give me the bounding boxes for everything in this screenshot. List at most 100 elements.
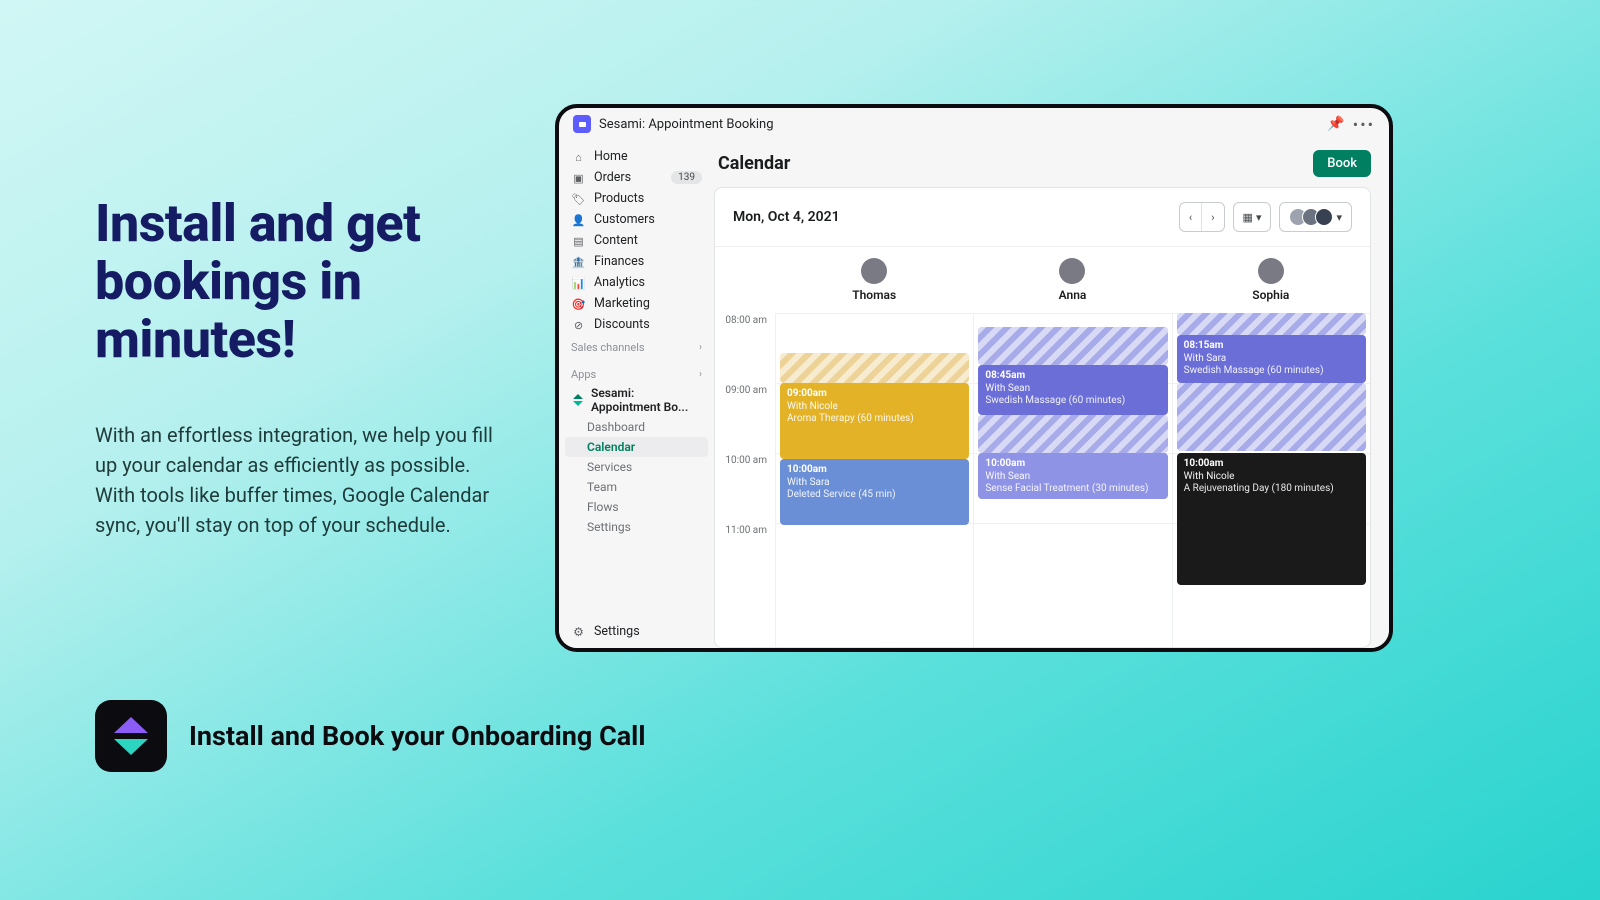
section-sales-channels[interactable]: Sales channels › [565, 335, 708, 356]
analytics-icon: 📊 [571, 276, 586, 290]
calendar-column: 08:15amWith SaraSwedish Massage (60 minu… [1172, 313, 1370, 647]
sidebar-subitem-flows[interactable]: Flows [565, 497, 708, 517]
time-label: 09:00 am [715, 383, 775, 453]
prev-day-button[interactable]: ‹ [1180, 203, 1202, 231]
event-with: With Sean [985, 383, 1160, 396]
home-icon: ⌂ [571, 150, 586, 164]
event-with: With Nicole [1184, 471, 1359, 484]
calendar-event[interactable]: 10:00amWith SaraDeleted Service (45 min) [780, 459, 969, 525]
sidebar-item-home[interactable]: ⌂Home [565, 146, 708, 167]
section-apps[interactable]: Apps › [565, 362, 708, 383]
discounts-icon: ⊘ [571, 318, 586, 332]
hero-title: Install and get bookings in minutes! [95, 195, 505, 370]
event-service: Swedish Massage (60 minutes) [985, 395, 1160, 408]
calendar-event[interactable]: 08:15amWith SaraSwedish Massage (60 minu… [1177, 335, 1366, 383]
gear-icon: ⚙ [571, 625, 586, 639]
event-service: Sense Facial Treatment (30 minutes) [985, 483, 1160, 496]
calendar-column: 08:45amWith SeanSwedish Massage (60 minu… [973, 313, 1171, 647]
page-title: Calendar [718, 153, 790, 174]
event-time: 10:00am [1184, 458, 1359, 471]
sidebar-item-orders[interactable]: ▣Orders139 [565, 167, 708, 188]
marketing-stage: Install and get bookings in minutes! Wit… [0, 0, 1600, 900]
event-service: Aroma Therapy (60 minutes) [787, 413, 962, 426]
chevron-down-icon: ▾ [1336, 211, 1342, 224]
event-with: With Sara [787, 477, 962, 490]
calendar-event[interactable]: 08:45amWith SeanSwedish Massage (60 minu… [978, 365, 1167, 415]
hero-body: With an effortless integration, we help … [95, 420, 515, 540]
calendar-column: 09:00amWith NicoleAroma Therapy (60 minu… [775, 313, 973, 647]
date-nav-group: ‹ › [1179, 202, 1225, 232]
products-icon: 🏷 [571, 192, 586, 206]
sidebar-subitem-calendar[interactable]: Calendar [565, 437, 708, 457]
orders-icon: ▣ [571, 171, 586, 185]
sidebar-app-entry[interactable]: Sesami: Appointment Bo... [565, 383, 708, 417]
calendar-event[interactable]: 10:00amWith NicoleA Rejuvenating Day (18… [1177, 453, 1366, 585]
sidebar: ⌂Home▣Orders139🏷Products👤Customers▤Conte… [559, 140, 714, 648]
sidebar-item-discounts[interactable]: ⊘Discounts [565, 314, 708, 335]
pin-icon[interactable]: 📌 [1327, 116, 1344, 132]
avatar-stack [1289, 208, 1333, 226]
event-with: With Sean [985, 471, 1160, 484]
app-window: Sesami: Appointment Booking 📌 ••• ⌂Home▣… [555, 104, 1393, 652]
titlebar: Sesami: Appointment Booking 📌 ••• [559, 108, 1389, 140]
chevron-down-icon: ▾ [1256, 211, 1262, 224]
event-time: 08:15am [1184, 340, 1359, 353]
sidebar-item-content[interactable]: ▤Content [565, 230, 708, 251]
current-date: Mon, Oct 4, 2021 [733, 209, 840, 225]
sidebar-subitem-team[interactable]: Team [565, 477, 708, 497]
sidebar-item-analytics[interactable]: 📊Analytics [565, 272, 708, 293]
event-service: Swedish Massage (60 minutes) [1184, 365, 1359, 378]
avatar [1258, 258, 1284, 284]
titlebar-app-icon [573, 115, 591, 133]
chevron-right-icon: › [1211, 211, 1214, 224]
buffer-band [1177, 383, 1366, 451]
orders-badge: 139 [671, 171, 702, 184]
sesami-logo-icon [571, 393, 585, 407]
chevron-right-icon: › [699, 369, 702, 380]
buffer-band [1177, 313, 1366, 335]
sidebar-item-customers[interactable]: 👤Customers [565, 209, 708, 230]
buffer-band [978, 415, 1167, 453]
person-header: Sophia [1172, 247, 1370, 313]
sidebar-item-products[interactable]: 🏷Products [565, 188, 708, 209]
chevron-right-icon: › [699, 342, 702, 353]
event-with: With Sara [1184, 353, 1359, 366]
view-picker[interactable]: ▦▾ [1233, 202, 1272, 232]
chevron-left-icon: ‹ [1189, 211, 1192, 224]
app-logo-icon [95, 700, 167, 772]
event-service: A Rejuvenating Day (180 minutes) [1184, 483, 1359, 496]
customers-icon: 👤 [571, 213, 586, 227]
main-panel: Calendar Book Mon, Oct 4, 2021 ‹ › ▦▾ [714, 140, 1389, 648]
event-time: 09:00am [787, 388, 962, 401]
finances-icon: 🏦 [571, 255, 586, 269]
next-day-button[interactable]: › [1202, 203, 1223, 231]
footer-cta: Install and Book your Onboarding Call [95, 700, 645, 772]
time-label: 11:00 am [715, 523, 775, 593]
titlebar-title: Sesami: Appointment Booking [599, 117, 774, 132]
sidebar-subitem-services[interactable]: Services [565, 457, 708, 477]
book-button[interactable]: Book [1313, 150, 1371, 177]
avatar [1059, 258, 1085, 284]
avatar [861, 258, 887, 284]
sidebar-subitem-settings[interactable]: Settings [565, 517, 708, 537]
time-label: 08:00 am [715, 313, 775, 383]
sidebar-subitem-dashboard[interactable]: Dashboard [565, 417, 708, 437]
sidebar-item-marketing[interactable]: 🎯Marketing [565, 293, 708, 314]
sidebar-settings[interactable]: ⚙ Settings [565, 621, 708, 642]
calendar-event[interactable]: 10:00amWith SeanSense Facial Treatment (… [978, 453, 1167, 499]
person-header: Anna [973, 247, 1171, 313]
content-icon: ▤ [571, 234, 586, 248]
event-time: 10:00am [985, 458, 1160, 471]
sidebar-item-finances[interactable]: 🏦Finances [565, 251, 708, 272]
people-filter[interactable]: ▾ [1279, 202, 1352, 232]
buffer-band [978, 327, 1167, 365]
event-with: With Nicole [787, 401, 962, 414]
calendar-event[interactable]: 09:00amWith NicoleAroma Therapy (60 minu… [780, 383, 969, 459]
marketing-icon: 🎯 [571, 297, 586, 311]
person-header: Thomas [775, 247, 973, 313]
person-name: Anna [1059, 288, 1087, 302]
time-label: 10:00 am [715, 453, 775, 523]
more-icon[interactable]: ••• [1353, 115, 1375, 134]
event-time: 08:45am [985, 370, 1160, 383]
person-name: Sophia [1252, 288, 1289, 302]
